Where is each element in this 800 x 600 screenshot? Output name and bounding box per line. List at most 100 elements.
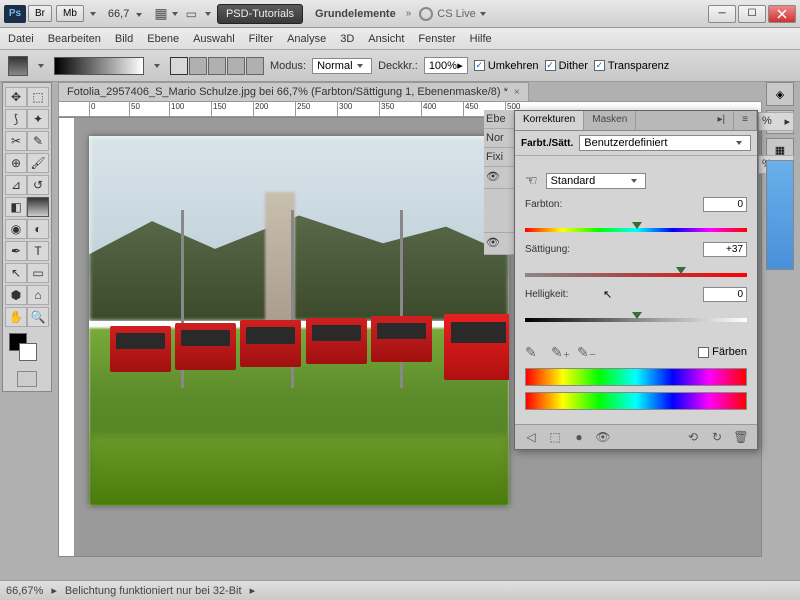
bridge-button[interactable]: Br xyxy=(28,5,52,22)
menu-fenster[interactable]: Fenster xyxy=(418,33,455,45)
menu-bearbeiten[interactable]: Bearbeiten xyxy=(48,33,101,45)
eyedropper-add-icon[interactable]: ✎₊ xyxy=(551,344,567,360)
chevron-right-icon[interactable]: » xyxy=(406,8,412,19)
reverse-checkbox[interactable]: ✓Umkehren xyxy=(474,60,539,72)
saturation-slider[interactable] xyxy=(525,265,747,279)
quickmask-toggle[interactable] xyxy=(17,371,37,387)
dither-checkbox[interactable]: ✓Dither xyxy=(545,60,588,72)
color-swatches[interactable] xyxy=(5,333,49,367)
minimize-button[interactable]: ─ xyxy=(708,5,736,23)
menu-bild[interactable]: Bild xyxy=(115,33,133,45)
panel-menu-icon[interactable]: ≡ xyxy=(734,111,757,130)
tab-korrekturen[interactable]: Korrekturen xyxy=(515,111,584,130)
lasso-tool[interactable]: ⟆ xyxy=(5,109,27,129)
eyedropper-sub-icon[interactable]: ✎₋ xyxy=(577,344,593,360)
saturation-input[interactable]: +37 xyxy=(703,242,747,257)
reset-icon[interactable]: ↻ xyxy=(709,429,725,445)
menu-ansicht[interactable]: Ansicht xyxy=(368,33,404,45)
camera-tool[interactable]: ⌂ xyxy=(27,285,49,305)
gradient-tool[interactable] xyxy=(27,197,49,217)
close-tab-icon[interactable]: × xyxy=(514,87,520,98)
minibridge-button[interactable]: Mb xyxy=(56,5,84,22)
cursor-icon: ↖ xyxy=(603,288,612,301)
transparency-checkbox[interactable]: ✓Transparenz xyxy=(594,60,669,72)
gradient-reflected[interactable] xyxy=(227,57,245,75)
eyedropper-tool[interactable]: ✎ xyxy=(27,131,49,151)
stamp-tool[interactable]: ⊿ xyxy=(5,175,27,195)
pen-tool[interactable]: ✒ xyxy=(5,241,27,261)
maximize-button[interactable]: ☐ xyxy=(738,5,766,23)
colorize-checkbox[interactable]: Färben xyxy=(698,346,747,358)
document-tab[interactable]: Fotolia_2957406_S_Mario Schulze.jpg bei … xyxy=(58,82,529,101)
menu-ebene[interactable]: Ebene xyxy=(147,33,179,45)
previous-icon[interactable]: ⟲ xyxy=(685,429,701,445)
dropdown-icon[interactable] xyxy=(172,12,178,16)
canvas[interactable] xyxy=(89,136,509,506)
gradient-diamond[interactable] xyxy=(246,57,264,75)
mode-label: Modus: xyxy=(270,60,306,72)
menu-analyse[interactable]: Analyse xyxy=(287,33,326,45)
close-button[interactable] xyxy=(768,5,796,23)
hue-input[interactable]: 0 xyxy=(703,197,747,212)
history-brush-tool[interactable]: ↺ xyxy=(27,175,49,195)
opacity-input[interactable]: 100%▸ xyxy=(424,57,468,74)
clip-icon[interactable]: ● xyxy=(571,429,587,445)
gradient-linear[interactable] xyxy=(170,57,188,75)
zoom-tool[interactable]: 🔍 xyxy=(27,307,49,327)
hue-slider[interactable] xyxy=(525,220,747,234)
channel-select[interactable]: Standard xyxy=(546,173,646,189)
dropdown-icon[interactable] xyxy=(90,12,96,16)
tab-masken[interactable]: Masken xyxy=(584,111,636,130)
preset-select[interactable]: Benutzerdefiniert xyxy=(579,135,751,151)
workspace-grundelemente[interactable]: Grundelemente xyxy=(307,5,404,23)
trash-icon[interactable]: 🗑 xyxy=(733,429,749,445)
marquee-tool[interactable]: ⬚ xyxy=(27,87,49,107)
heal-tool[interactable]: ⊕ xyxy=(5,153,27,173)
menu-3d[interactable]: 3D xyxy=(340,33,354,45)
lightness-slider[interactable] xyxy=(525,310,747,324)
tool-preset-icon[interactable] xyxy=(8,56,28,76)
menu-auswahl[interactable]: Auswahl xyxy=(193,33,235,45)
background-color[interactable] xyxy=(19,343,37,361)
lightness-input[interactable]: 0 xyxy=(703,287,747,302)
panel-collapse-icon[interactable]: ▸| xyxy=(710,111,735,130)
adjustment-title: Farbt./Sätt. xyxy=(521,138,573,149)
layers-dock-icon[interactable]: ◈ xyxy=(766,82,794,106)
gradient-radial[interactable] xyxy=(189,57,207,75)
eyedropper-icon[interactable]: ✎ xyxy=(525,344,541,360)
screen-mode-icon[interactable]: ▭ xyxy=(186,7,197,21)
mode-select[interactable]: Normal xyxy=(312,58,372,74)
menu-datei[interactable]: Datei xyxy=(8,33,34,45)
hand-tool[interactable]: ✋ xyxy=(5,307,27,327)
brush-tool[interactable]: 🖌 xyxy=(27,153,49,173)
dodge-tool[interactable]: ◐ xyxy=(27,219,49,239)
view-grid-icon[interactable]: ▦ xyxy=(154,5,167,22)
back-icon[interactable]: ◁ xyxy=(523,429,539,445)
panel-footer: ◁ ⬚ ● 👁 ⟲ ↻ 🗑 xyxy=(515,424,757,449)
menu-filter[interactable]: Filter xyxy=(249,33,273,45)
type-tool[interactable]: T xyxy=(27,241,49,261)
dropdown-icon[interactable] xyxy=(205,12,211,16)
wand-tool[interactable]: ✦ xyxy=(27,109,49,129)
workspace-psdtutorials[interactable]: PSD-Tutorials xyxy=(217,4,303,24)
image-content xyxy=(89,136,509,506)
eraser-tool[interactable]: ◧ xyxy=(5,197,27,217)
shape-tool[interactable]: ▭ xyxy=(27,263,49,283)
ruler-vertical xyxy=(59,118,75,556)
blur-tool[interactable]: ◉ xyxy=(5,219,27,239)
path-tool[interactable]: ↖ xyxy=(5,263,27,283)
gradient-type-group xyxy=(170,57,264,75)
3d-tool[interactable]: ⬢ xyxy=(5,285,27,305)
zoom-level[interactable]: 66,7 xyxy=(108,8,146,20)
workspace: ✥⬚ ⟆✦ ✂✎ ⊕🖌 ⊿↺ ◧ ◉◐ ✒T ↖▭ ⬢⌂ ✋🔍 Fotolia_… xyxy=(0,82,800,580)
gradient-angle[interactable] xyxy=(208,57,226,75)
menu-hilfe[interactable]: Hilfe xyxy=(470,33,492,45)
gradient-picker[interactable] xyxy=(54,57,144,75)
move-tool[interactable]: ✥ xyxy=(5,87,27,107)
visibility-icon[interactable]: 👁 xyxy=(595,429,611,445)
status-zoom[interactable]: 66,67% xyxy=(6,585,43,597)
scrubby-icon[interactable]: ☜ xyxy=(525,172,538,189)
expand-icon[interactable]: ⬚ xyxy=(547,429,563,445)
cslive-button[interactable]: CS Live xyxy=(419,7,490,21)
crop-tool[interactable]: ✂ xyxy=(5,131,27,151)
